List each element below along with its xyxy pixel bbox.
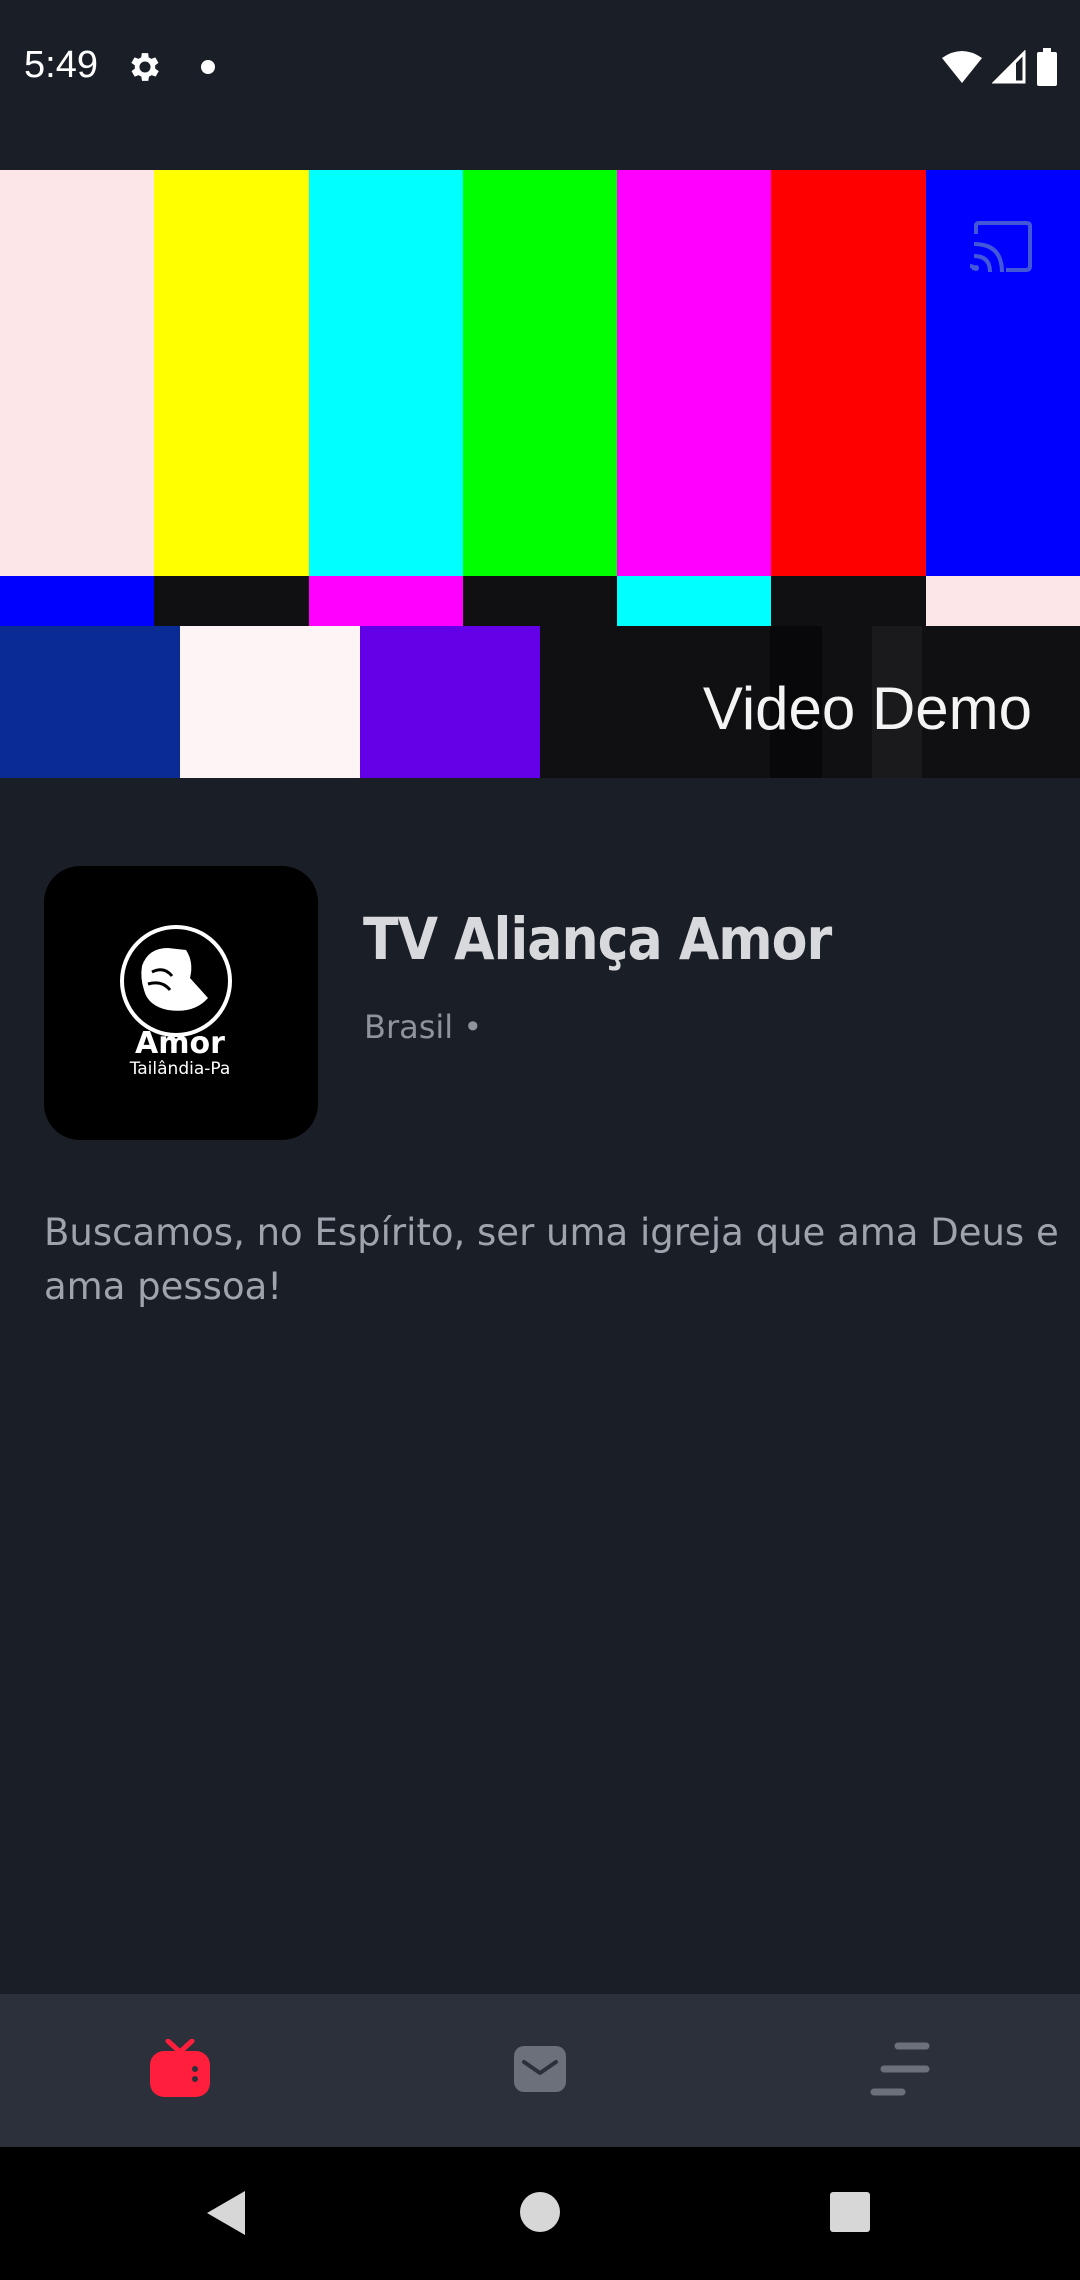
color-bar-top-2 — [154, 170, 309, 576]
tv-icon — [148, 2038, 212, 2103]
color-bar-bottom-3 — [360, 626, 540, 778]
color-bar-top-3 — [308, 170, 463, 576]
color-bar-top-5 — [617, 170, 772, 576]
nav-tab-menu[interactable] — [720, 1994, 1080, 2147]
bottom-navigation — [0, 1994, 1080, 2147]
color-bar-bottom-1 — [0, 626, 180, 778]
back-icon[interactable] — [205, 2189, 247, 2241]
color-bars-middle — [0, 576, 1080, 626]
cast-icon[interactable] — [969, 220, 1034, 274]
color-bar-mid-4 — [462, 576, 618, 626]
color-bars-top — [0, 170, 1080, 576]
gear-icon — [126, 48, 164, 86]
mail-icon — [514, 2045, 566, 2096]
signal-icon — [992, 50, 1026, 84]
system-navigation-bar — [0, 2147, 1080, 2280]
logo-subtext: Tailândia-Pa — [129, 1059, 231, 1079]
color-bar-mid-7 — [925, 576, 1080, 626]
color-bar-top-1 — [0, 170, 155, 576]
channel-logo: Amor Tailândia-Pa — [44, 866, 318, 1140]
video-player[interactable]: Video Demo — [0, 170, 1080, 778]
status-time: 5:49 — [24, 44, 98, 86]
video-label: Video Demo — [702, 675, 1032, 742]
wifi-icon — [942, 50, 982, 84]
status-icons — [942, 46, 1058, 88]
menu-icon — [868, 2040, 932, 2102]
color-bar-top-6 — [771, 170, 926, 576]
home-icon[interactable] — [518, 2190, 562, 2238]
recents-icon[interactable] — [829, 2191, 871, 2237]
color-bar-top-4 — [462, 170, 618, 576]
color-bar-mid-1 — [0, 576, 155, 626]
battery-icon — [1036, 48, 1058, 86]
nav-tab-messages[interactable] — [360, 1994, 720, 2147]
color-bar-mid-5 — [617, 576, 772, 626]
channel-title: TV Aliança Amor — [363, 905, 832, 973]
channel-meta: Brasil • — [364, 1008, 483, 1046]
notification-dot — [201, 60, 215, 74]
color-bar-mid-2 — [154, 576, 309, 626]
nav-tab-tv[interactable] — [0, 1994, 360, 2147]
status-bar: 5:49 — [0, 0, 1080, 135]
color-bar-mid-3 — [308, 576, 463, 626]
color-bar-mid-6 — [771, 576, 926, 626]
logo-text: Amor — [135, 1026, 225, 1061]
color-bar-bottom-2 — [180, 626, 360, 778]
channel-description: Buscamos, no Espírito, ser uma igreja qu… — [44, 1211, 1059, 1308]
